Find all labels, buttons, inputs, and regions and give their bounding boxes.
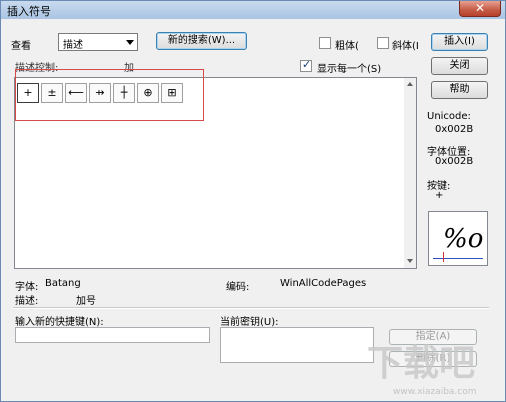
preview-glyph: %o xyxy=(443,224,484,254)
close-icon: ✕ xyxy=(474,1,486,15)
encoding-value: WinAllCodePages xyxy=(280,278,367,289)
scroll-up-icon[interactable] xyxy=(407,82,413,86)
baseline-line xyxy=(433,258,483,259)
current-key-label: 当前密钥(U): xyxy=(220,317,279,328)
view-select-value: 描述 xyxy=(63,40,83,51)
charpos-value: 0x002B xyxy=(435,156,474,167)
new-shortcut-input[interactable] xyxy=(15,327,210,343)
bold-label: 粗体( xyxy=(335,41,359,52)
new-shortcut-label: 输入新的快捷键(N): xyxy=(15,317,104,328)
window-title: 插入符号 xyxy=(7,5,51,18)
bold-checkbox[interactable] xyxy=(319,37,331,49)
highlight-box xyxy=(15,69,204,121)
title-bar[interactable]: 插入符号 ✕ xyxy=(1,1,505,19)
encoding-label: 编码: xyxy=(226,282,250,293)
symbol-preview: %o xyxy=(428,211,488,266)
unicode-value: 0x002B xyxy=(435,124,474,135)
show-each-label: 显示每一个(S) xyxy=(317,64,382,75)
window-close-button[interactable]: ✕ xyxy=(459,1,501,17)
desc-value: 加号 xyxy=(76,296,96,307)
italic-label: 斜体(I xyxy=(392,41,419,52)
desc-label: 描述: xyxy=(15,296,39,307)
new-search-button[interactable]: 新的搜索(W)... xyxy=(156,32,247,50)
scroll-down-icon[interactable] xyxy=(407,259,413,263)
chevron-down-icon xyxy=(126,40,134,45)
font-value: Batang xyxy=(45,278,81,289)
italic-checkbox[interactable] xyxy=(377,37,389,49)
font-label: 字体: xyxy=(15,282,39,293)
key-value: + xyxy=(435,190,444,201)
help-button[interactable]: 帮助 xyxy=(431,81,488,99)
view-label: 查看 xyxy=(11,41,31,52)
insert-symbol-dialog: 插入符号 ✕ 查看 描述 新的搜索(W)... 粗体( 斜体(I 插入(I) 描… xyxy=(0,0,506,402)
current-key-list[interactable] xyxy=(220,327,374,363)
divider xyxy=(13,307,489,309)
show-each-checkbox[interactable] xyxy=(300,58,312,72)
symbol-grid-scrollbar[interactable] xyxy=(404,78,416,268)
origin-line xyxy=(443,252,444,262)
insert-button[interactable]: 插入(I) xyxy=(431,33,488,51)
close-button[interactable]: 关闭 xyxy=(431,57,488,75)
watermark-logo: 下载吧 xyxy=(367,342,476,384)
view-select[interactable]: 描述 xyxy=(58,33,138,51)
unicode-label: Unicode: xyxy=(427,111,471,122)
watermark-url: www.xiazaiba.com xyxy=(393,387,477,397)
